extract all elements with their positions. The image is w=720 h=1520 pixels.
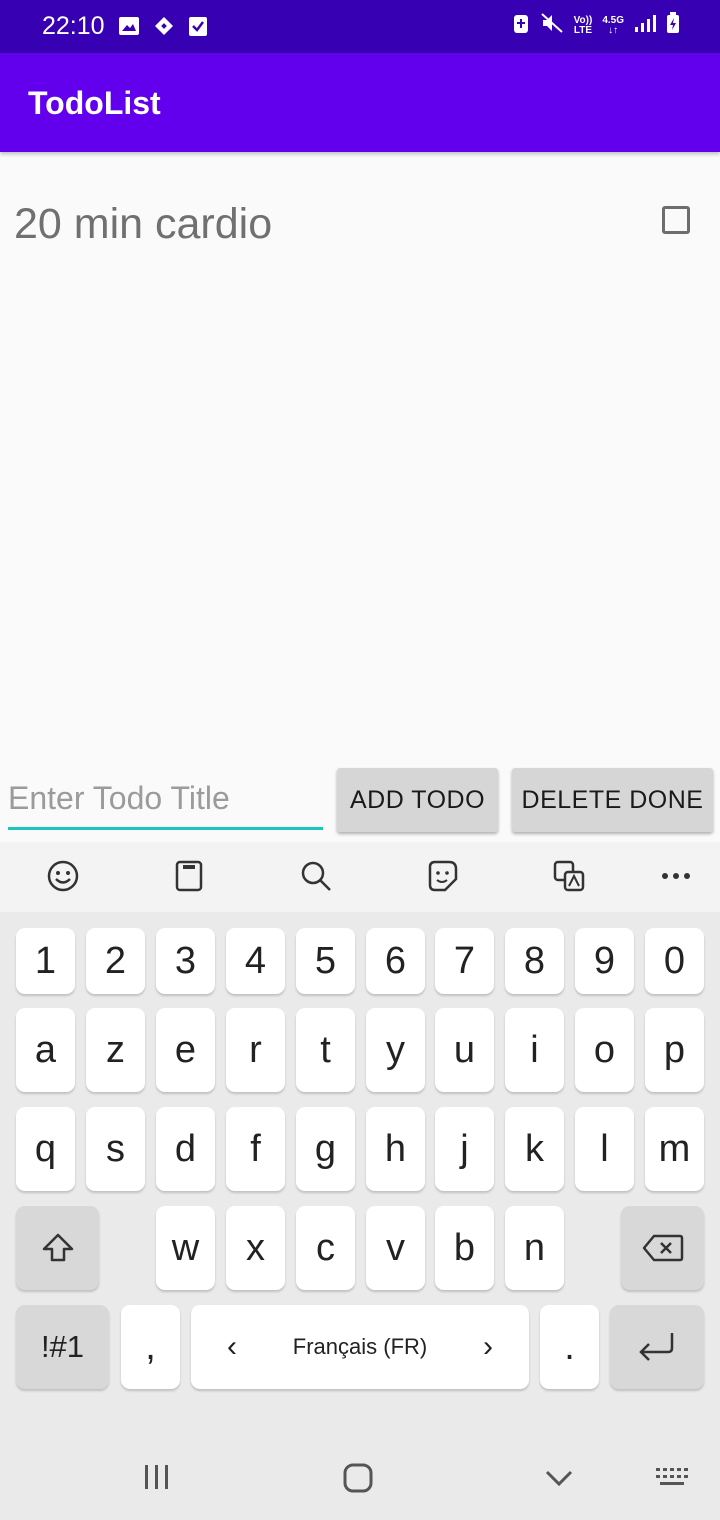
shift-icon xyxy=(42,1233,73,1262)
status-left-icons xyxy=(118,14,208,43)
key-r[interactable]: r xyxy=(226,1008,285,1092)
status-right-icons: Vo)) LTE 4.5G ↓↑ xyxy=(512,12,680,39)
app-bar: TodoList xyxy=(0,53,720,152)
hide-keyboard-icon[interactable] xyxy=(544,1468,574,1493)
battery-charging-icon xyxy=(666,12,680,39)
ticket-icon xyxy=(152,14,176,43)
mute-icon xyxy=(540,12,564,39)
key-i[interactable]: i xyxy=(505,1008,564,1092)
key-m[interactable]: m xyxy=(645,1107,704,1191)
key-3[interactable]: 3 xyxy=(156,928,215,994)
task-check-icon xyxy=(188,15,208,42)
key-8[interactable]: 8 xyxy=(505,928,564,994)
key-7[interactable]: 7 xyxy=(435,928,494,994)
todo-done-checkbox[interactable] xyxy=(662,206,690,234)
backspace-key[interactable] xyxy=(621,1206,704,1290)
key-v[interactable]: v xyxy=(366,1206,425,1290)
language-left-arrow: ‹ xyxy=(227,1330,237,1363)
volte-indicator: Vo)) LTE xyxy=(573,14,593,36)
todo-list-item: 20 min cardio xyxy=(0,180,720,270)
key-o[interactable]: o xyxy=(575,1008,634,1092)
search-icon[interactable] xyxy=(298,858,334,894)
battery-saver-icon xyxy=(512,12,530,39)
space-language-label: Français (FR) xyxy=(292,1334,428,1359)
key-b[interactable]: b xyxy=(435,1206,494,1290)
key-a[interactable]: a xyxy=(16,1008,75,1092)
key-4[interactable]: 4 xyxy=(226,928,285,994)
key-x[interactable]: x xyxy=(226,1206,285,1290)
home-icon[interactable] xyxy=(342,1462,374,1499)
backspace-icon xyxy=(642,1234,683,1262)
key-w[interactable]: w xyxy=(156,1206,215,1290)
add-todo-button[interactable]: ADD TODO xyxy=(337,768,498,832)
sticker-icon[interactable] xyxy=(424,858,460,894)
status-bar: 22:10 Vo)) LTE 4.5G ↓↑ xyxy=(0,0,720,53)
key-y[interactable]: y xyxy=(366,1008,425,1092)
key-p[interactable]: p xyxy=(645,1008,704,1092)
key-d[interactable]: d xyxy=(156,1107,215,1191)
gallery-icon xyxy=(118,15,140,42)
key-u[interactable]: u xyxy=(435,1008,494,1092)
key-n[interactable]: n xyxy=(505,1206,564,1290)
key-f[interactable]: f xyxy=(226,1107,285,1191)
data-arrows-icon: ↓↑ xyxy=(608,24,619,36)
enter-icon xyxy=(639,1333,674,1361)
key-z[interactable]: z xyxy=(86,1008,145,1092)
key-g[interactable]: g xyxy=(296,1107,355,1191)
key-c[interactable]: c xyxy=(296,1206,355,1290)
status-time: 22:10 xyxy=(42,12,105,40)
key-e[interactable]: e xyxy=(156,1008,215,1092)
space-bar[interactable]: ‹ Français (FR) › xyxy=(191,1305,529,1389)
key-j[interactable]: j xyxy=(435,1107,494,1191)
language-right-arrow: › xyxy=(483,1330,493,1363)
symbols-key[interactable]: !#1 xyxy=(16,1305,109,1389)
key-5[interactable]: 5 xyxy=(296,928,355,994)
todo-title-input[interactable] xyxy=(8,770,323,827)
system-navigation-bar xyxy=(0,1430,720,1520)
network-generation: 4.5G ↓↑ xyxy=(602,14,624,36)
todo-title: 20 min cardio xyxy=(14,200,273,248)
signal-icon xyxy=(634,13,656,38)
more-icon[interactable] xyxy=(658,858,694,894)
keyboard-switch-icon[interactable] xyxy=(655,1466,691,1493)
key-9[interactable]: 9 xyxy=(575,928,634,994)
comma-key[interactable]: , xyxy=(121,1305,180,1389)
app-title: TodoList xyxy=(28,85,161,121)
key-1[interactable]: 1 xyxy=(16,928,75,994)
recent-apps-icon[interactable] xyxy=(143,1463,171,1496)
emoji-icon[interactable] xyxy=(45,858,81,894)
key-0[interactable]: 0 xyxy=(645,928,704,994)
delete-done-button[interactable]: DELETE DONE xyxy=(512,768,713,832)
key-s[interactable]: s xyxy=(86,1107,145,1191)
key-l[interactable]: l xyxy=(575,1107,634,1191)
input-focus-underline xyxy=(8,827,323,830)
key-6[interactable]: 6 xyxy=(366,928,425,994)
key-q[interactable]: q xyxy=(16,1107,75,1191)
key-k[interactable]: k xyxy=(505,1107,564,1191)
key-t[interactable]: t xyxy=(296,1008,355,1092)
shift-key[interactable] xyxy=(16,1206,99,1290)
on-screen-keyboard: 1 2 3 4 5 6 7 8 9 0 a z e r t y u i o p … xyxy=(0,842,720,1520)
todo-input-container xyxy=(8,770,323,830)
clipboard-icon[interactable] xyxy=(171,858,207,894)
enter-key[interactable] xyxy=(610,1305,704,1389)
period-key[interactable]: . xyxy=(540,1305,599,1389)
translate-icon[interactable] xyxy=(551,858,587,894)
keyboard-toolbar xyxy=(0,842,720,912)
key-2[interactable]: 2 xyxy=(86,928,145,994)
key-h[interactable]: h xyxy=(366,1107,425,1191)
